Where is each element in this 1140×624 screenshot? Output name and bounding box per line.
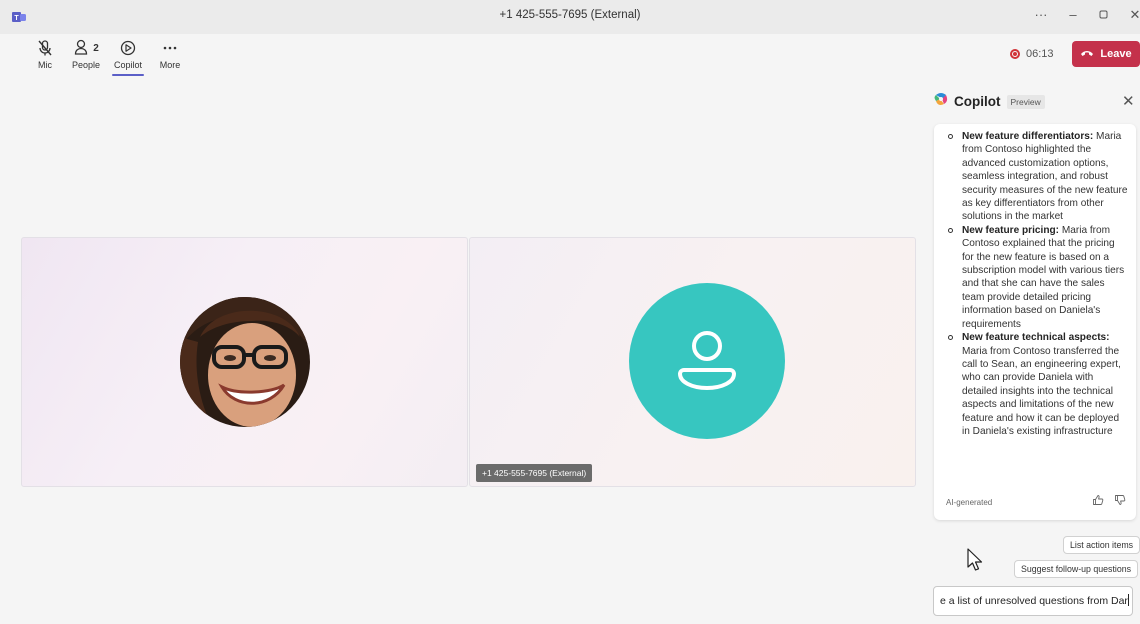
close-icon[interactable]: ✕ <box>1124 7 1140 23</box>
ai-generated-label: AI-generated <box>946 497 993 507</box>
person-icon <box>672 324 742 399</box>
participant-generic-avatar <box>629 283 785 439</box>
mouse-pointer-icon <box>966 548 984 577</box>
participant-photo-avatar <box>180 297 310 427</box>
mic-label: Mic <box>38 60 52 70</box>
copilot-icon <box>108 38 148 58</box>
title-bar: T +1 425-555-7695 (External) ··· – ✕ <box>0 0 1140 35</box>
item-text: Maria from Contoso highlighted the advan… <box>962 131 1128 223</box>
close-panel-icon[interactable]: ✕ <box>1122 92 1135 110</box>
card-footer: AI-generated <box>946 494 1126 510</box>
list-item: New feature technical aspects: Maria fro… <box>948 331 1128 438</box>
people-label: People <box>71 60 101 70</box>
timer-value: 06:13 <box>1026 48 1054 60</box>
copilot-response-card: New feature differentiators: Maria from … <box>934 124 1136 520</box>
copilot-logo-icon <box>934 92 948 111</box>
people-count: 2 <box>93 42 99 54</box>
more-icon <box>150 38 190 58</box>
text-caret <box>1127 594 1129 606</box>
people-icon <box>73 38 91 58</box>
copilot-header: Copilot Preview <box>934 92 1045 111</box>
item-heading: New feature differentiators: <box>962 131 1094 142</box>
thumbs-down-icon[interactable] <box>1114 493 1126 511</box>
preview-badge: Preview <box>1006 94 1045 109</box>
phone-hangup-icon <box>1080 48 1094 61</box>
recording-timer: 06:13 <box>1010 48 1054 60</box>
window-title: +1 425-555-7695 (External) <box>499 9 641 21</box>
item-heading: New feature pricing: <box>962 224 1060 236</box>
people-button[interactable]: 2 People <box>66 38 106 70</box>
thumbs-up-icon[interactable] <box>1092 493 1104 511</box>
meeting-toolbar: Mic 2 People Copilot More <box>0 34 1140 76</box>
leave-label: Leave <box>1100 48 1132 60</box>
more-label: More <box>159 60 181 70</box>
recording-icon <box>1010 49 1020 59</box>
participant-tile-external[interactable]: +1 425-555-7695 (External) <box>469 237 916 487</box>
list-item: New feature differentiators: Maria from … <box>948 130 1128 224</box>
copilot-title: Copilot <box>954 94 1001 109</box>
copilot-prompt-input[interactable]: e a list of unresolved questions from Da… <box>933 586 1133 616</box>
participant-tile-photo[interactable] <box>21 237 468 487</box>
copilot-panel: Copilot Preview ✕ New feature differenti… <box>920 78 1140 624</box>
prompt-text: e a list of unresolved questions from Da… <box>940 595 1128 607</box>
suggestion-list-action-items[interactable]: List action items <box>1063 536 1140 554</box>
restore-icon[interactable] <box>1093 7 1115 22</box>
video-stage: +1 425-555-7695 (External) <box>0 78 920 624</box>
minimize-icon[interactable]: – <box>1062 7 1084 22</box>
copilot-label: Copilot <box>113 60 142 70</box>
response-list: New feature differentiators: Maria from … <box>934 124 1136 438</box>
item-text: Maria from Contoso transferred the call … <box>962 345 1121 437</box>
copilot-button[interactable]: Copilot <box>108 38 148 76</box>
list-item: New feature pricing: Maria from Contoso … <box>948 224 1128 331</box>
mic-off-icon <box>25 38 65 58</box>
more-button[interactable]: More <box>150 38 190 70</box>
item-heading: New feature technical aspects: <box>962 332 1110 344</box>
suggestion-follow-up-questions[interactable]: Suggest follow-up questions <box>1014 560 1139 578</box>
item-text: Maria from Contoso explained that the pr… <box>962 224 1125 330</box>
mic-button[interactable]: Mic <box>25 38 65 70</box>
participant-name-tag: +1 425-555-7695 (External) <box>476 464 593 482</box>
more-options-icon[interactable]: ··· <box>1030 7 1052 22</box>
leave-button[interactable]: Leave <box>1072 41 1140 67</box>
